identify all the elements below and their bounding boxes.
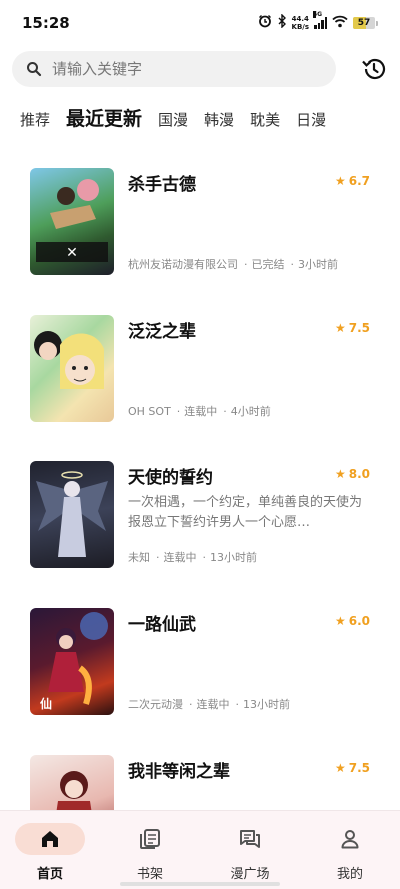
history-icon	[362, 58, 386, 80]
comic-meta: 未知连载中13小时前	[128, 549, 257, 565]
home-icon	[42, 831, 58, 847]
comic-cover[interactable]	[30, 315, 114, 422]
tab-recommend[interactable]: 推荐	[20, 108, 50, 132]
nav-bookshelf[interactable]: 书架	[115, 823, 185, 882]
star-icon: ★	[334, 614, 346, 628]
alarm-icon	[258, 14, 272, 32]
comic-updated: 13小时前	[197, 551, 258, 564]
comic-status: 已完结	[238, 258, 285, 271]
comic-description: 一次相遇，一个约定，单纯善良的天使为报恩立下誓约许男人一个心愿…	[128, 495, 363, 530]
comic-rating: ★ 6.7	[335, 174, 370, 188]
nav-comic-square[interactable]: 漫广场	[215, 823, 285, 882]
profile-icon	[341, 830, 359, 849]
search-row	[12, 51, 388, 87]
chat-icon	[240, 830, 260, 848]
net-speed-value: 44.4	[291, 15, 309, 23]
star-icon: ★	[334, 761, 346, 775]
nav-profile[interactable]: 我的	[315, 823, 385, 882]
comic-item[interactable]: 泛泛之辈 ★7.5 OH SOT连载中4小时前	[30, 315, 374, 425]
battery-icon: 57	[353, 17, 378, 29]
comic-rating: ★ 7.5	[335, 321, 370, 335]
comic-item[interactable]: 仙 一路仙武 ★6.0 二次元动漫连载中13小时前	[30, 608, 374, 718]
comic-title: 一路仙武	[128, 615, 196, 635]
comic-rating: ★ 8.0	[335, 467, 370, 481]
comic-rating: ★ 7.5	[335, 761, 370, 775]
comic-updated: 4小时前	[217, 405, 271, 418]
comic-title: 杀手古德	[128, 175, 196, 195]
rating-value: 6.7	[348, 174, 370, 188]
comic-item[interactable]: 天使的誓约 ★ 8.0 一次相遇，一个约定，单纯善良的天使为报恩立下誓约许男人一个…	[30, 461, 374, 571]
comic-title: 泛泛之辈	[128, 322, 196, 342]
status-bar: 15:28 44.4 KB/s 5G 57	[0, 0, 400, 46]
tab-recent-updates[interactable]: 最近更新	[66, 106, 142, 132]
nav-profile-pill	[315, 823, 385, 855]
svg-text:仙: 仙	[40, 696, 52, 711]
search-input[interactable]	[52, 60, 312, 78]
wifi-icon	[332, 15, 348, 32]
comic-updated: 3小时前	[285, 258, 339, 271]
comic-status: 连载中	[171, 405, 218, 418]
tab-japanese-comics[interactable]: 日漫	[296, 108, 326, 132]
comic-list: ✕ 杀手古德 ★6.7 杭州友诺动漫有限公司已完结3小时前 泛泛之辈 ★7.5 …	[0, 150, 400, 810]
rating-value: 7.5	[348, 321, 370, 335]
history-button[interactable]	[360, 55, 388, 83]
category-tabs: 推荐 最近更新 国漫 韩漫 耽美 日漫	[20, 104, 326, 132]
rating-value: 6.0	[348, 614, 370, 628]
comic-cover[interactable]	[30, 461, 114, 568]
star-icon: ★	[334, 321, 346, 335]
battery-level: 57	[357, 18, 371, 28]
comic-title: 我非等闲之辈	[128, 762, 230, 782]
star-icon: ★	[334, 467, 346, 481]
nav-label: 我的	[336, 867, 363, 882]
status-icons: 44.4 KB/s 5G 57	[258, 11, 378, 32]
tab-korean-comics[interactable]: 韩漫	[204, 108, 234, 132]
svg-text:✕: ✕	[66, 245, 78, 261]
comic-item[interactable]: ✕ 杀手古德 ★6.7 杭州友诺动漫有限公司已完结3小时前	[30, 168, 374, 278]
bookshelf-icon	[140, 829, 160, 849]
comic-status: 连载中	[183, 698, 230, 711]
bluetooth-icon	[277, 13, 287, 32]
nav-label: 首页	[36, 867, 63, 882]
comic-cover[interactable]: 仙	[30, 608, 114, 715]
status-time: 15:28	[22, 14, 70, 32]
rating-value: 7.5	[348, 761, 370, 775]
comic-meta: 二次元动漫连载中13小时前	[128, 696, 290, 712]
comic-status: 连载中	[150, 551, 197, 564]
comic-cover[interactable]	[30, 755, 114, 810]
comic-author: OH SOT	[128, 405, 171, 418]
tab-chinese-comics[interactable]: 国漫	[158, 108, 188, 132]
comic-rating: ★ 6.0	[335, 614, 370, 628]
bottom-nav: 首页 书架 漫广场 我的	[0, 810, 400, 889]
comic-title: 天使的誓约	[128, 468, 213, 488]
nav-home[interactable]: 首页	[15, 823, 85, 882]
network-type: 5G	[313, 11, 323, 18]
nav-label: 漫广场	[230, 867, 270, 882]
comic-meta: OH SOT连载中4小时前	[128, 403, 271, 419]
rating-value: 8.0	[348, 467, 370, 481]
nav-label: 书架	[136, 867, 163, 882]
nav-home-pill	[15, 823, 85, 855]
search-box[interactable]	[12, 51, 336, 87]
net-speed-unit: KB/s	[291, 23, 309, 31]
comic-item[interactable]: 我非等闲之辈 ★ 7.5	[30, 755, 374, 810]
nav-comic-square-pill	[215, 823, 285, 855]
search-icon	[27, 62, 42, 77]
cellular-signal-icon: 5G	[313, 11, 327, 29]
star-icon: ★	[334, 174, 346, 188]
comic-updated: 13小时前	[230, 698, 291, 711]
net-speed: 44.4 KB/s	[292, 15, 309, 31]
home-indicator	[120, 882, 280, 886]
tab-bl[interactable]: 耽美	[250, 108, 280, 132]
comic-author: 二次元动漫	[128, 698, 183, 711]
comic-meta: 杭州友诺动漫有限公司已完结3小时前	[128, 256, 338, 272]
comic-cover[interactable]: ✕	[30, 168, 114, 275]
comic-author: 杭州友诺动漫有限公司	[128, 258, 238, 271]
comic-author: 未知	[128, 551, 150, 564]
nav-bookshelf-pill	[115, 823, 185, 855]
